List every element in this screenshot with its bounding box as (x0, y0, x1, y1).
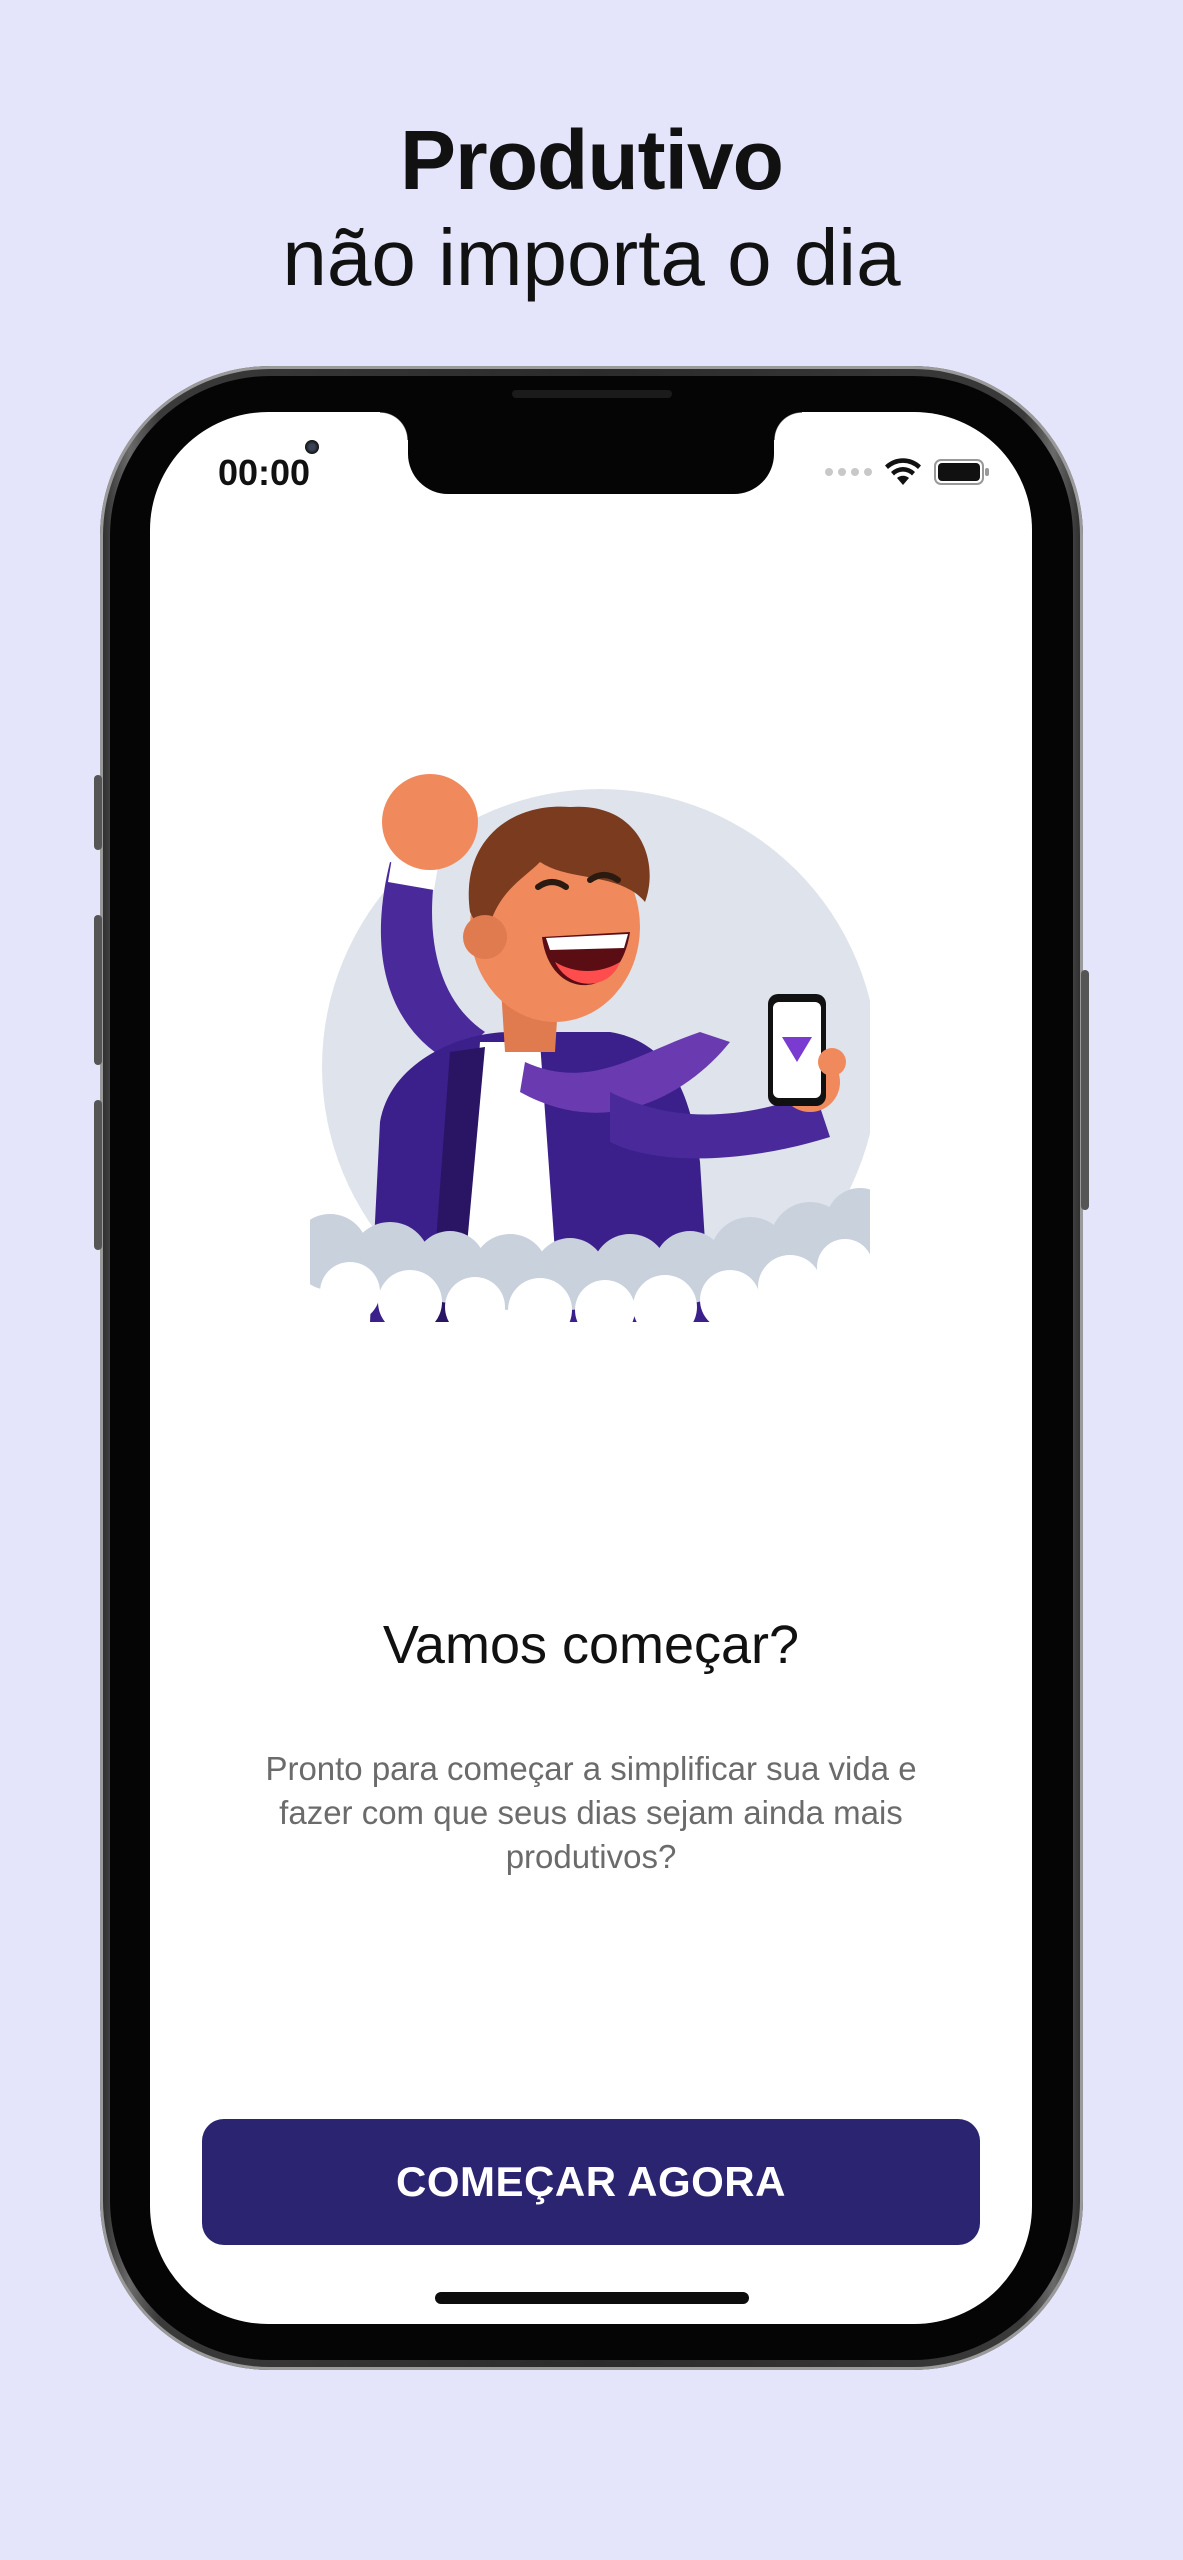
phone-screen: 00:00 Vamos começar? Pronto para começar… (150, 412, 1032, 2324)
headline-subtitle: não importa o dia (282, 213, 901, 302)
status-icons (825, 452, 990, 492)
start-now-button[interactable]: COMEÇAR AGORA (202, 2119, 980, 2245)
front-camera (305, 440, 319, 454)
home-indicator[interactable] (435, 2292, 749, 2304)
notch (380, 412, 802, 494)
volume-up-button (94, 915, 102, 1065)
signal-icon (825, 468, 872, 476)
headline-title: Produtivo (400, 113, 784, 207)
onboarding-title: Vamos começar? (382, 1615, 800, 1675)
status-time: 00:00 (218, 452, 311, 493)
power-button (1081, 970, 1089, 1210)
silent-switch (94, 775, 102, 850)
wifi-icon (885, 458, 921, 485)
earpiece-speaker (512, 390, 672, 398)
volume-down-button (94, 1100, 102, 1250)
onboarding-illustration (310, 774, 870, 1322)
onboarding-description: Pronto para começar a simplificar sua vi… (265, 1750, 917, 1875)
marketing-headline: Produtivo não importa o dia (0, 110, 1183, 306)
battery-icon (934, 459, 989, 485)
